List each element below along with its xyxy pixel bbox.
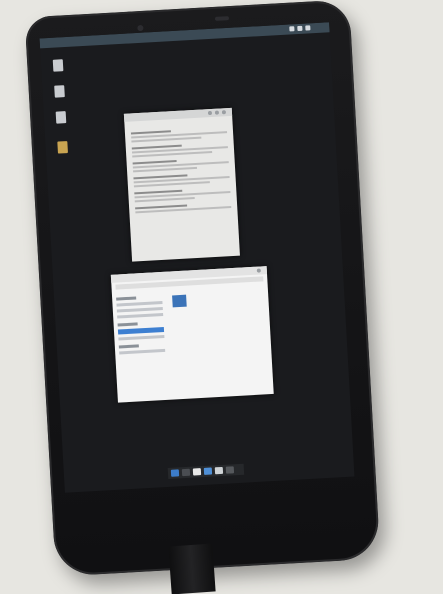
sidebar-header [117, 322, 138, 327]
dock-icon-3[interactable] [192, 468, 202, 476]
sidebar-item[interactable] [116, 306, 163, 313]
power-icon[interactable] [305, 25, 311, 31]
dock-icon-2[interactable] [181, 468, 191, 477]
sidebar-item[interactable] [118, 334, 165, 341]
desktop-icon-1[interactable] [52, 59, 64, 72]
dock-icon-6[interactable] [225, 466, 235, 474]
sidebar-item[interactable] [117, 312, 164, 319]
phone-screen [39, 22, 355, 493]
help-window[interactable] [123, 107, 240, 262]
maximize-icon[interactable] [214, 110, 220, 115]
file-manager-window[interactable] [110, 266, 274, 403]
minimize-icon[interactable] [207, 110, 213, 116]
dock-icon-5[interactable] [214, 466, 224, 475]
close-icon[interactable] [256, 268, 261, 273]
sidebar-header [118, 344, 139, 349]
sidebar-item[interactable] [116, 301, 163, 307]
front-camera [137, 24, 144, 32]
usb-cable [168, 543, 216, 594]
desktop-icon-2[interactable] [54, 85, 65, 98]
volume-icon[interactable] [297, 25, 303, 32]
dock [167, 463, 245, 479]
sidebar-header [116, 296, 137, 301]
close-icon[interactable] [221, 110, 227, 115]
folder-icon[interactable] [172, 294, 187, 308]
photo [0, 0, 443, 594]
network-icon[interactable] [289, 26, 295, 32]
dock-icon-1[interactable] [170, 469, 180, 477]
file-manager-sidebar [116, 290, 168, 398]
desktop-icon-3[interactable] [55, 111, 67, 124]
earpiece [214, 16, 230, 21]
desktop-icon-4[interactable] [57, 141, 68, 154]
sidebar-item[interactable] [119, 348, 166, 355]
dock-icon-4[interactable] [203, 467, 213, 475]
sidebar-item-selected[interactable] [117, 326, 165, 335]
